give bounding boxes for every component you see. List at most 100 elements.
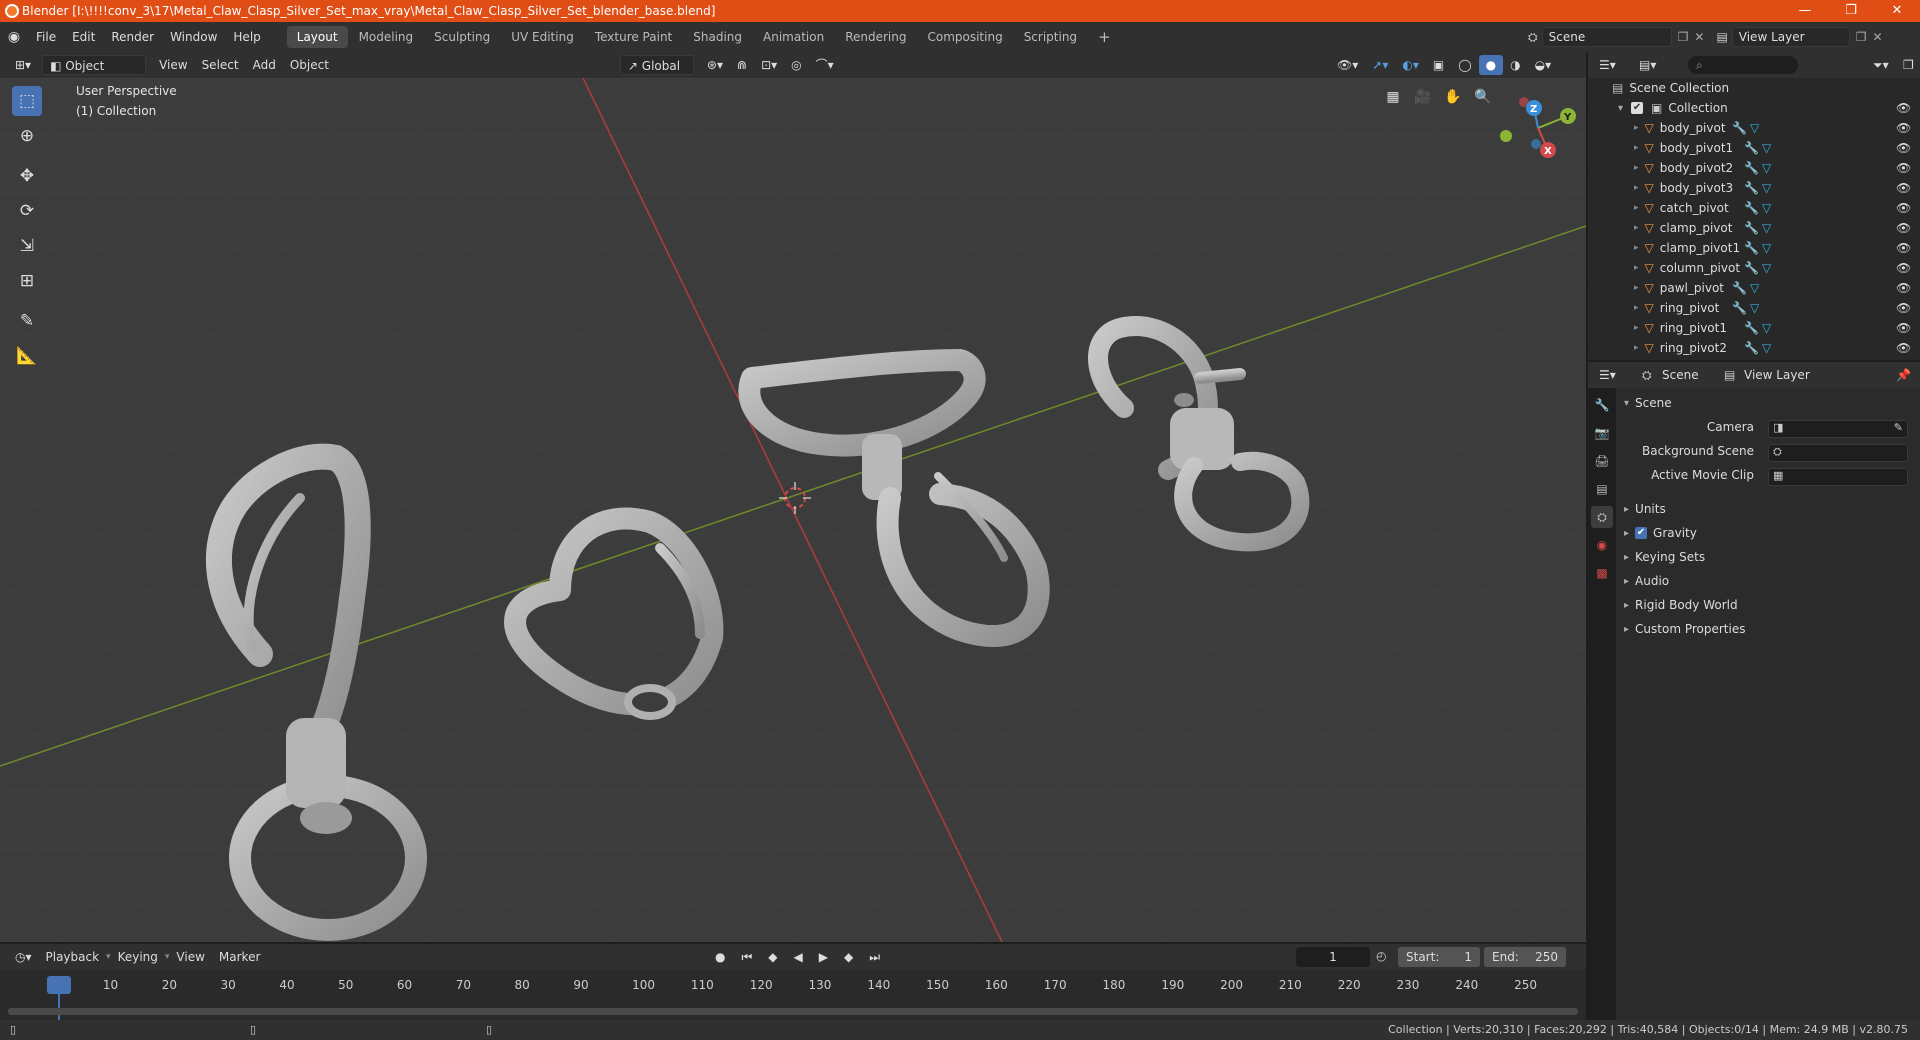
expand-arrow-icon[interactable]: ▸ xyxy=(1634,323,1639,333)
render-tab-icon[interactable]: 📷 xyxy=(1591,422,1613,444)
collapse-arrow-icon[interactable]: ▾ xyxy=(1618,103,1623,114)
timeline-area[interactable]: 1102030405060708090100110120130140150160… xyxy=(0,970,1586,1022)
end-frame-field[interactable]: End: 250 xyxy=(1484,947,1566,967)
outliner-editor-type-icon[interactable]: ☰▾ xyxy=(1592,55,1623,75)
eyedropper-icon[interactable]: ✎ xyxy=(1894,421,1903,434)
snap-icon[interactable]: ⋒ xyxy=(730,55,754,75)
menu-view[interactable]: View xyxy=(152,55,194,75)
visibility-eye-icon[interactable]: 👁 xyxy=(1896,101,1911,115)
rendered-shading-icon[interactable]: ◒▾ xyxy=(1528,55,1559,75)
outliner-item[interactable]: ▸ ▽ ring_pivot 🔧 ▽ 👁 xyxy=(1588,298,1920,318)
maximize-button[interactable]: ❐ xyxy=(1828,0,1874,22)
pin-icon[interactable]: 📌 xyxy=(1896,368,1911,382)
timeline-scrollbar[interactable] xyxy=(8,1008,1578,1015)
timeline-menu-keying[interactable]: Keying xyxy=(111,947,165,967)
preview-range-icon[interactable]: ◴ xyxy=(1376,949,1386,963)
outliner-item[interactable]: ▸ ▽ column_pivot 🔧 ▽ 👁 xyxy=(1588,258,1920,278)
menu-render[interactable]: Render xyxy=(103,22,162,52)
delete-view-layer-icon[interactable]: ✕ xyxy=(1873,30,1883,44)
proportional-falloff-icon[interactable]: ⌒▾ xyxy=(809,55,841,75)
camera-view-icon[interactable]: 🎥 xyxy=(1410,84,1436,110)
new-view-layer-icon[interactable]: ❐ xyxy=(1856,30,1867,44)
pivot-point-icon[interactable]: ⊛▾ xyxy=(700,55,730,75)
expand-arrow-icon[interactable]: ▸ xyxy=(1634,223,1639,233)
record-icon[interactable]: ● xyxy=(708,947,732,967)
visibility-eye-icon[interactable]: 👁 xyxy=(1896,181,1911,195)
visibility-eye-icon[interactable]: 👁 xyxy=(1896,241,1911,255)
view-layer-tab-icon[interactable]: ▤ xyxy=(1591,478,1613,500)
tab-texture-paint[interactable]: Texture Paint xyxy=(585,26,682,48)
camera-field[interactable]: ◨ ✎ xyxy=(1768,420,1908,438)
pan-view-icon[interactable]: ✋ xyxy=(1440,84,1466,110)
menu-help[interactable]: Help xyxy=(225,22,268,52)
units-panel[interactable]: ▸ Units xyxy=(1624,498,1914,520)
new-scene-icon[interactable]: ❐ xyxy=(1678,30,1689,44)
transform-tool-icon[interactable]: ⊞ xyxy=(12,266,42,296)
view-layer-selector[interactable]: View Layer xyxy=(1731,27,1850,47)
transform-orientation-selector[interactable]: ↗ Global ▾ xyxy=(619,55,694,93)
outliner-filter-icon[interactable]: ⏷▾ xyxy=(1866,55,1896,75)
proportional-edit-icon[interactable]: ◎ xyxy=(784,55,808,75)
xray-toggle-icon[interactable]: ▣ xyxy=(1426,55,1451,75)
visibility-eye-icon[interactable]: 👁 xyxy=(1896,161,1911,175)
tab-shading[interactable]: Shading xyxy=(683,26,752,48)
outliner-collection-row[interactable]: ▾ ✔ ▣ Collection 👁 xyxy=(1588,98,1920,118)
playhead[interactable] xyxy=(47,976,71,994)
outliner-scene-collection[interactable]: ▤ Scene Collection xyxy=(1588,78,1920,98)
outliner-item[interactable]: ▸ ▽ pawl_pivot 🔧 ▽ 👁 xyxy=(1588,278,1920,298)
zoom-view-icon[interactable]: 🔍 xyxy=(1470,84,1496,110)
scale-tool-icon[interactable]: ⇲ xyxy=(12,231,42,261)
output-tab-icon[interactable]: 🖨 xyxy=(1591,450,1613,472)
rotate-tool-icon[interactable]: ⟳ xyxy=(12,196,42,226)
material-shading-icon[interactable]: ◑ xyxy=(1503,55,1527,75)
expand-arrow-icon[interactable]: ▸ xyxy=(1634,203,1639,213)
3d-viewport[interactable]: Y Z X User Perspective (1) Collection ▦ … xyxy=(0,78,1586,942)
world-tab-icon[interactable]: ◉ xyxy=(1591,534,1613,556)
rigid-body-world-panel[interactable]: ▸ Rigid Body World xyxy=(1624,594,1914,616)
tab-layout[interactable]: Layout xyxy=(286,26,348,48)
cursor-tool-icon[interactable]: ⊕ xyxy=(12,121,42,151)
tab-compositing[interactable]: Compositing xyxy=(917,26,1012,48)
tool-tab-icon[interactable]: 🔧 xyxy=(1591,394,1613,416)
menu-select[interactable]: Select xyxy=(195,55,246,75)
menu-window[interactable]: Window xyxy=(162,22,225,52)
visibility-eye-icon[interactable]: 👁 xyxy=(1896,121,1911,135)
keying-sets-panel[interactable]: ▸ Keying Sets xyxy=(1624,546,1914,568)
viewport-canvas[interactable]: Y Z X xyxy=(0,78,1586,942)
editor-type-icon[interactable]: ⊞▾ xyxy=(8,55,38,75)
tab-sculpting[interactable]: Sculpting xyxy=(424,26,500,48)
toggle-grid-icon[interactable]: ▦ xyxy=(1380,84,1406,110)
expand-arrow-icon[interactable]: ▸ xyxy=(1634,343,1639,353)
visibility-eye-icon[interactable]: 👁 xyxy=(1896,261,1911,275)
visibility-icon[interactable]: 👁▾ xyxy=(1330,55,1365,75)
scene-tab-icon[interactable]: ⛭ xyxy=(1591,506,1613,528)
outliner-item[interactable]: ▸ ▽ body_pivot 🔧 ▽ 👁 xyxy=(1588,118,1920,138)
gravity-panel[interactable]: ▸ ✔ Gravity xyxy=(1624,522,1914,544)
outliner-item[interactable]: ▸ ▽ catch_pivot 🔧 ▽ 👁 xyxy=(1588,198,1920,218)
visibility-eye-icon[interactable]: 👁 xyxy=(1896,201,1911,215)
menu-add[interactable]: Add xyxy=(246,55,283,75)
audio-panel[interactable]: ▸ Audio xyxy=(1624,570,1914,592)
outliner-item[interactable]: ▸ ▽ body_pivot2 🔧 ▽ 👁 xyxy=(1588,158,1920,178)
close-button[interactable]: ✕ xyxy=(1874,0,1920,22)
timeline-menu-marker[interactable]: Marker xyxy=(212,947,267,967)
outliner-item[interactable]: ▸ ▽ clamp_pivot 🔧 ▽ 👁 xyxy=(1588,218,1920,238)
outliner-item[interactable]: ▸ ▽ ring_pivot2 🔧 ▽ 👁 xyxy=(1588,338,1920,358)
blender-menu-icon[interactable]: ◉ xyxy=(0,29,28,45)
gravity-checkbox[interactable]: ✔ xyxy=(1635,527,1648,539)
wireframe-shading-icon[interactable]: ◯ xyxy=(1451,55,1478,75)
play-reverse-icon[interactable]: ◀ xyxy=(787,947,810,967)
timeline-menu-playback[interactable]: Playback xyxy=(39,947,107,967)
timeline-menu-view[interactable]: View xyxy=(169,947,211,967)
minimize-button[interactable]: — xyxy=(1782,0,1828,22)
tab-rendering[interactable]: Rendering xyxy=(835,26,916,48)
jump-start-icon[interactable]: ⏮ xyxy=(734,947,759,967)
expand-arrow-icon[interactable]: ▸ xyxy=(1634,263,1639,273)
current-frame-field[interactable]: 1 xyxy=(1296,947,1370,967)
visibility-eye-icon[interactable]: 👁 xyxy=(1896,341,1911,355)
outliner-item[interactable]: ▸ ▽ body_pivot1 🔧 ▽ 👁 xyxy=(1588,138,1920,158)
visibility-eye-icon[interactable]: 👁 xyxy=(1896,221,1911,235)
menu-edit[interactable]: Edit xyxy=(64,22,103,52)
outliner-item[interactable]: ▸ ▽ clamp_pivot1 🔧 ▽ 👁 xyxy=(1588,238,1920,258)
outliner-item[interactable]: ▸ ▽ ring_pivot1 🔧 ▽ 👁 xyxy=(1588,318,1920,338)
